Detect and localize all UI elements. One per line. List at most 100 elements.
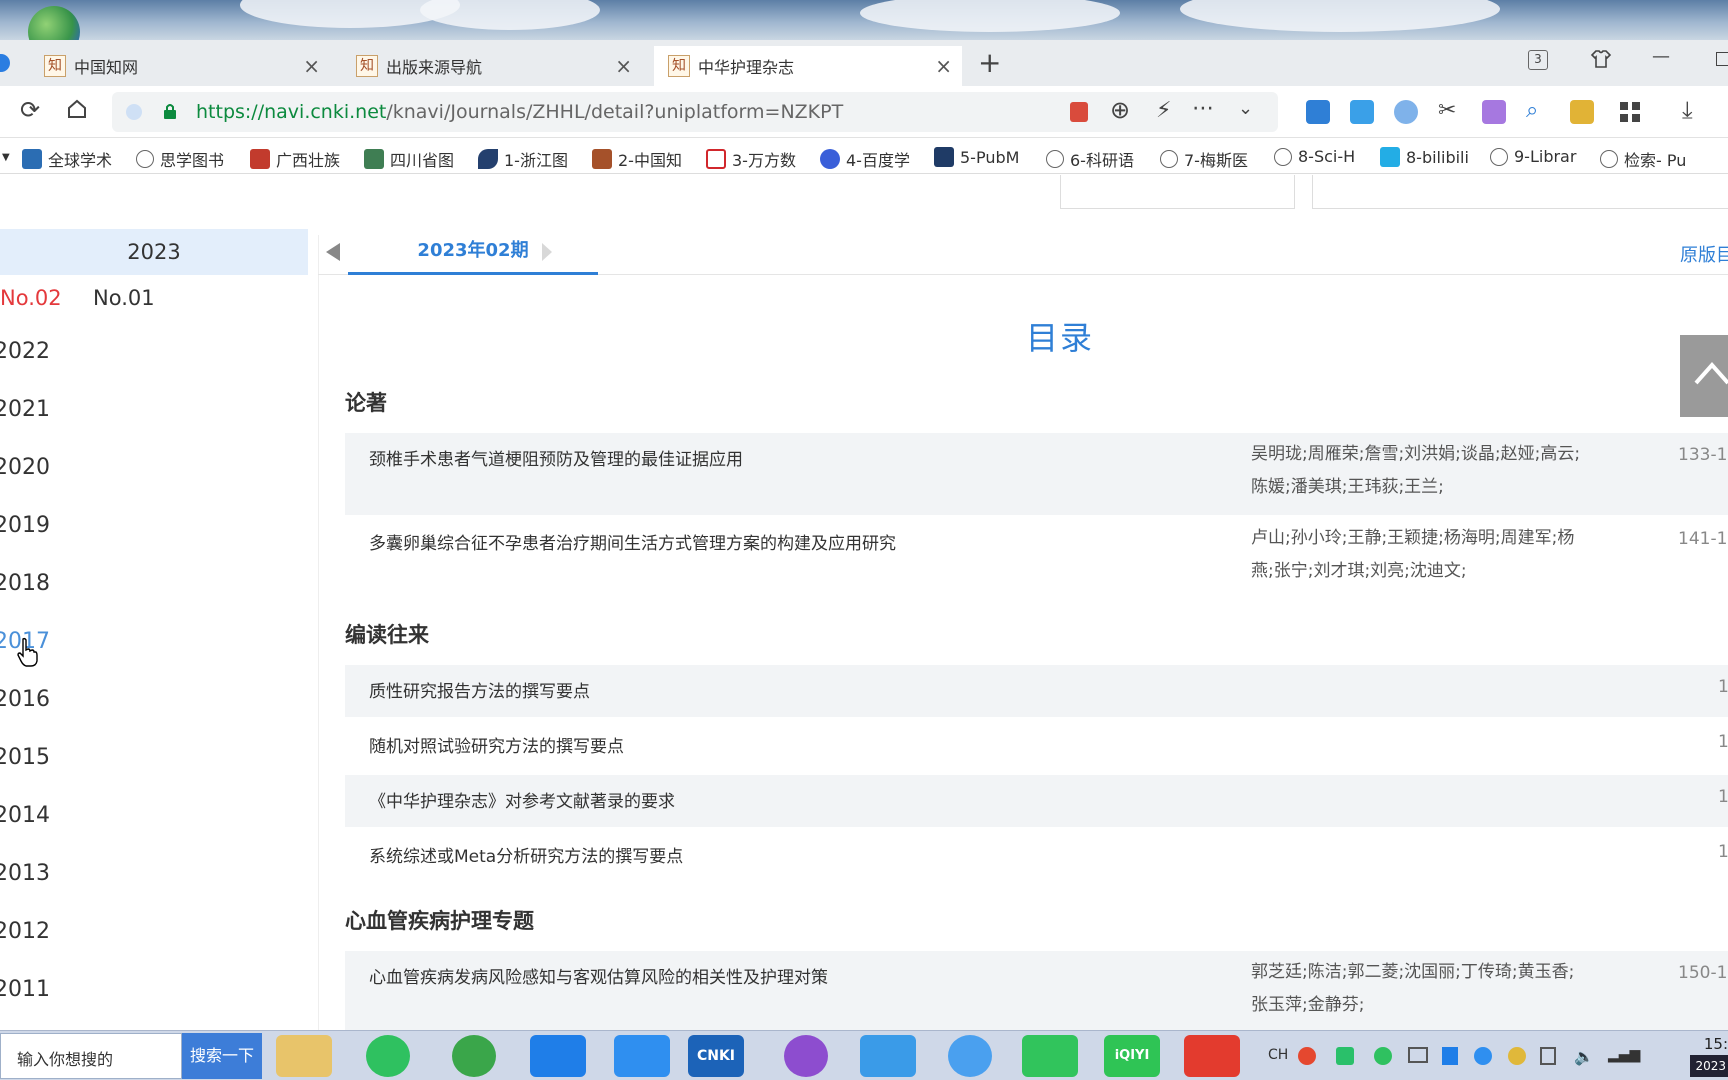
taskbar-search-input[interactable]: 输入你想搜的 (0, 1033, 182, 1079)
zoom-icon[interactable]: ⊕ (1110, 96, 1130, 124)
monitor-icon[interactable] (1408, 1047, 1428, 1063)
new-tab-button[interactable]: + (978, 48, 1001, 78)
bookmark-item[interactable]: 2-中国知 (592, 147, 682, 171)
address-bar[interactable]: https://navi.cnki.net/knavi/Journals/ZHH… (112, 92, 1278, 132)
system-clock[interactable]: 15: 2023 (1690, 1033, 1728, 1077)
wps-icon[interactable] (1184, 1035, 1240, 1077)
bookmark-item[interactable]: 思学图书 (136, 147, 224, 171)
close-icon[interactable]: × (935, 54, 952, 78)
current-year[interactable]: 2023 (0, 229, 308, 275)
year-2022[interactable]: 2022 (0, 339, 50, 364)
year-2019[interactable]: 2019 (0, 513, 50, 538)
tray-icon[interactable] (1442, 1047, 1458, 1065)
year-2020[interactable]: 2020 (0, 455, 50, 480)
bookmark-item[interactable]: 检索- Pu (1600, 147, 1686, 171)
taskbar-search-button[interactable]: 搜索一下 (182, 1033, 262, 1079)
network-icon[interactable]: ▂▄▆ (1608, 1047, 1640, 1063)
bookmark-item[interactable]: 1-浙江图 (478, 147, 568, 171)
tab-source-navigation[interactable]: 知 出版来源导航 × (342, 46, 642, 86)
bookmark-item[interactable]: 5-PubM (934, 147, 1019, 167)
tab-journal-active[interactable]: 知 中华护理杂志 × (654, 46, 962, 86)
article-row[interactable]: 心血管疾病发病风险感知与客观估算风险的相关性及护理对策 郭芝廷;陈洁;郭二菱;沈… (345, 951, 1728, 1030)
chevron-down-icon[interactable]: ▼ (2, 152, 10, 163)
article-title[interactable]: 颈椎手术患者气道梗阻预防及管理的最佳证据应用 (369, 445, 743, 470)
article-title[interactable]: 多囊卵巢综合征不孕患者治疗期间生活方式管理方案的构建及应用研究 (369, 529, 896, 554)
extension-icon[interactable] (1306, 100, 1330, 124)
year-2016[interactable]: 2016 (0, 687, 50, 712)
chevron-down-icon[interactable]: ⌄ (1238, 98, 1253, 119)
shirt-icon[interactable] (1590, 48, 1612, 75)
year-2014[interactable]: 2014 (0, 803, 50, 828)
article-row[interactable]: 颈椎手术患者气道梗阻预防及管理的最佳证据应用 吴明珑;周雁荣;詹雪;刘洪娟;谈晶… (345, 433, 1728, 515)
bookmark-item[interactable]: 四川省图 (364, 147, 454, 171)
article-title[interactable]: 随机对照试验研究方法的撰写要点 (369, 732, 624, 757)
folder-icon[interactable] (276, 1035, 332, 1077)
extension-icon[interactable] (1570, 100, 1594, 124)
app-icon[interactable] (784, 1035, 828, 1077)
next-issue-icon[interactable] (542, 243, 552, 261)
close-icon[interactable]: × (303, 54, 320, 78)
issue-no01[interactable]: No.01 (93, 275, 155, 321)
tray-icon[interactable] (1298, 1047, 1316, 1065)
cnki-app-icon[interactable]: CNKI (688, 1035, 744, 1077)
article-row[interactable]: 《中华护理杂志》对参考文献著录的要求 1 (345, 775, 1728, 827)
article-title[interactable]: 质性研究报告方法的撰写要点 (369, 677, 590, 702)
issue-no02[interactable]: No.02 (0, 275, 62, 321)
tray-icon[interactable] (1374, 1047, 1392, 1065)
prev-issue-icon[interactable] (326, 243, 340, 261)
tray-icon[interactable] (1508, 1047, 1526, 1065)
tab-cnki-home[interactable]: 知 中国知网 × (30, 46, 330, 86)
apps-grid-icon[interactable] (1618, 100, 1642, 124)
search-input[interactable] (1312, 175, 1728, 209)
bookmark-item[interactable]: 4-百度学 (820, 147, 910, 171)
bookmark-item[interactable]: 3-万方数 (706, 147, 796, 171)
minimize-icon[interactable]: — (1652, 46, 1670, 67)
article-row[interactable]: 质性研究报告方法的撰写要点 1 (345, 665, 1728, 717)
app-icon[interactable] (948, 1035, 992, 1077)
search-select[interactable] (1060, 175, 1295, 209)
year-2021[interactable]: 2021 (0, 397, 50, 422)
wechat-icon[interactable] (366, 1035, 410, 1077)
year-2015[interactable]: 2015 (0, 745, 50, 770)
article-row[interactable]: 随机对照试验研究方法的撰写要点 1 (345, 720, 1728, 772)
search-icon[interactable]: ⌕ (1526, 98, 1550, 123)
bookmark-item[interactable]: 全球学术 (22, 147, 112, 171)
year-2018[interactable]: 2018 (0, 571, 50, 596)
tray-icon[interactable] (1336, 1047, 1354, 1065)
more-icon[interactable]: ⋯ (1192, 96, 1214, 121)
extension-icon[interactable] (1350, 100, 1374, 124)
year-2011[interactable]: 2011 (0, 977, 50, 1002)
article-row[interactable]: 多囊卵巢综合征不孕患者治疗期间生活方式管理方案的构建及应用研究 卢山;孙小玲;王… (345, 517, 1728, 601)
app-icon[interactable] (1022, 1035, 1078, 1077)
year-2012[interactable]: 2012 (0, 919, 50, 944)
article-title[interactable]: 心血管疾病发病风险感知与客观估算风险的相关性及护理对策 (369, 963, 828, 988)
bookmark-item[interactable]: 广西壮族 (250, 147, 340, 171)
download-icon[interactable]: ⤓ (1682, 96, 1706, 124)
extension-icon[interactable] (1394, 100, 1418, 124)
app-icon[interactable] (530, 1035, 586, 1077)
back-to-top-button[interactable] (1680, 335, 1728, 417)
bookmark-item[interactable]: 7-梅斯医 (1160, 147, 1248, 171)
reload-icon[interactable]: ⟳ (20, 96, 40, 124)
input-language[interactable]: CH (1268, 1047, 1288, 1063)
translate-icon[interactable] (1482, 100, 1506, 124)
article-title[interactable]: 系统综述或Meta分析研究方法的撰写要点 (369, 842, 683, 867)
home-icon[interactable] (66, 98, 88, 124)
lightning-icon[interactable]: ⚡ (1156, 98, 1171, 123)
app-icon[interactable] (614, 1035, 670, 1077)
tab-count-badge[interactable]: 3 (1528, 50, 1548, 70)
bookmark-item[interactable]: 6-科研语 (1046, 147, 1134, 171)
maximize-icon[interactable] (1716, 52, 1728, 66)
iqiyi-icon[interactable]: iQIYI (1104, 1035, 1160, 1077)
tray-icon[interactable] (1474, 1047, 1492, 1065)
year-2013[interactable]: 2013 (0, 861, 50, 886)
article-title[interactable]: 《中华护理杂志》对参考文献著录的要求 (369, 787, 675, 812)
volume-icon[interactable]: 🔈 (1574, 1047, 1594, 1066)
bookmark-item[interactable]: 8-Sci-H (1274, 147, 1355, 166)
bookmark-item[interactable]: 8-bilibili (1380, 147, 1469, 167)
original-toc-link[interactable]: 原版目 (1680, 241, 1728, 267)
ie-browser-icon[interactable] (452, 1035, 496, 1077)
scissors-icon[interactable]: ✂ (1438, 98, 1462, 123)
current-issue-tab[interactable]: 2023年02期 (348, 229, 598, 275)
clipboard-icon[interactable] (1540, 1047, 1556, 1065)
